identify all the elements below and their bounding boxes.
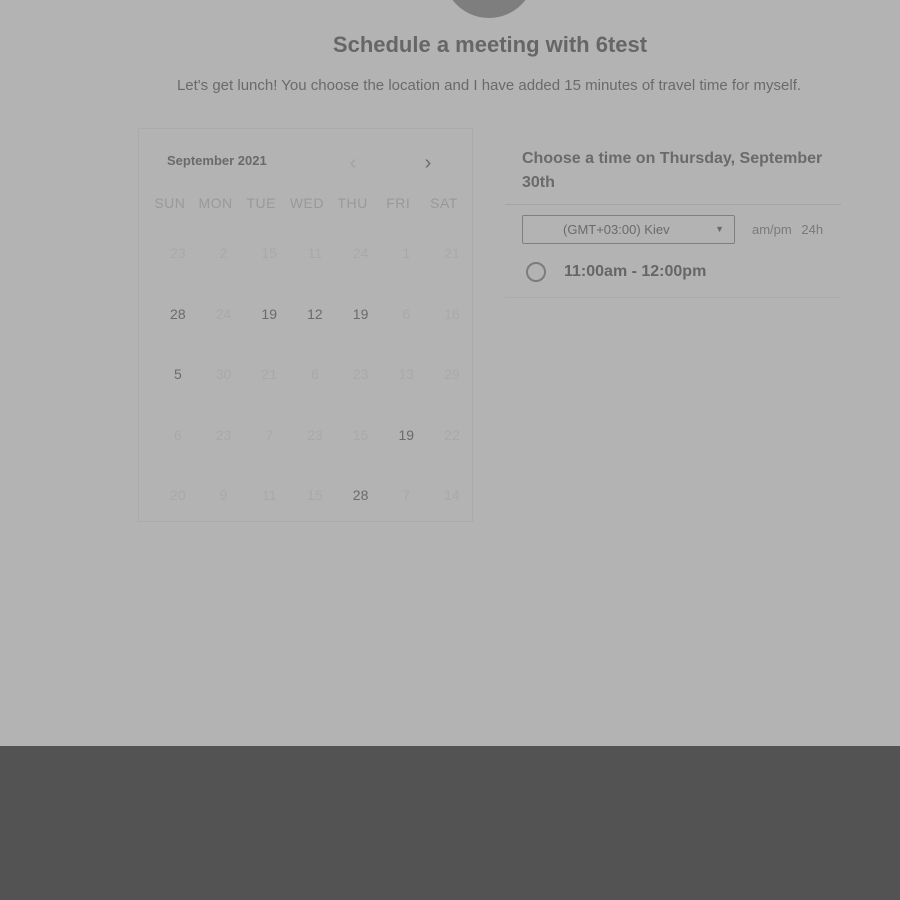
calendar-day: 24 bbox=[215, 305, 232, 322]
meeting-description: Let's get lunch! You choose the location… bbox=[176, 77, 802, 94]
time-slot[interactable]: 11:00am - 12:00pm bbox=[526, 262, 826, 286]
calendar-day-available[interactable]: 5 bbox=[155, 366, 201, 382]
calendar-day: 24 bbox=[352, 245, 369, 262]
calendar-day: 13 bbox=[398, 366, 415, 383]
weekday-label: MON bbox=[198, 195, 233, 211]
calendar-day-available[interactable]: 19 bbox=[246, 306, 292, 322]
calendar-day-available[interactable]: 19 bbox=[383, 427, 429, 443]
footer bbox=[0, 746, 900, 900]
calendar-day: 6 bbox=[402, 305, 411, 322]
calendar-day: 15 bbox=[261, 245, 277, 262]
calendar-week-row: 5 30 21 6 23 13 29 bbox=[155, 344, 475, 405]
calendar-day: 7 bbox=[265, 426, 274, 443]
calendar-day: 16 bbox=[444, 305, 460, 322]
chevron-right-icon[interactable]: › bbox=[416, 151, 440, 175]
calendar-day: 20 bbox=[170, 487, 186, 504]
weekday-header: SUN MON TUE WED THU FRI SAT bbox=[147, 195, 467, 211]
timezone-select[interactable]: (GMT+03:00) Kiev ▼ bbox=[522, 215, 735, 244]
calendar-day-available[interactable]: 28 bbox=[155, 306, 201, 322]
chevron-left-icon[interactable]: ‹ bbox=[341, 151, 365, 175]
weekday-label: SUN bbox=[154, 195, 186, 211]
calendar-day-available[interactable]: 28 bbox=[338, 487, 384, 503]
days-grid: 23 2 15 11 24 1 21 28 24 19 12 19 6 16 5 30 21 6 23 13 29 6 23… bbox=[155, 223, 475, 526]
calendar-week-row: 20 9 11 15 28 7 14 bbox=[155, 465, 475, 526]
weekday-label: WED bbox=[289, 195, 324, 211]
calendar-day: 2 bbox=[219, 245, 228, 262]
calendar-day: 11 bbox=[261, 487, 277, 504]
calendar-day: 23 bbox=[170, 245, 186, 262]
calendar-day: 1 bbox=[402, 245, 411, 262]
calendar-day-available[interactable]: 19 bbox=[338, 306, 384, 322]
time-heading: Choose a time on Thursday, September 30t… bbox=[505, 133, 841, 205]
calendar-day: 29 bbox=[444, 366, 460, 383]
caret-down-icon: ▼ bbox=[715, 224, 724, 234]
page-title: Schedule a meeting with 6test bbox=[332, 32, 648, 57]
timezone-value: (GMT+03:00) Kiev bbox=[563, 222, 670, 237]
weekday-label: SAT bbox=[430, 195, 458, 211]
month-label: September 2021 bbox=[167, 153, 267, 168]
calendar-day: 21 bbox=[444, 245, 460, 262]
calendar-day: 6 bbox=[173, 426, 182, 443]
calendar-week-row: 6 23 7 23 15 19 22 bbox=[155, 405, 475, 466]
weekday-label: THU bbox=[337, 195, 368, 211]
divider bbox=[505, 297, 841, 298]
time-format-toggle: am/pm 24h bbox=[752, 222, 829, 237]
time-slot-label: 11:00am - 12:00pm bbox=[564, 263, 707, 280]
calendar-day: 23 bbox=[352, 366, 369, 383]
calendar-panel: September 2021 ‹ › SUN MON TUE WED THU F… bbox=[138, 128, 473, 522]
calendar-day: 22 bbox=[444, 426, 460, 443]
calendar-day: 7 bbox=[402, 487, 411, 504]
time-panel: Choose a time on Thursday, September 30t… bbox=[505, 128, 841, 298]
calendar-day: 30 bbox=[215, 366, 232, 383]
calendar-day: 15 bbox=[307, 487, 323, 504]
avatar bbox=[443, 0, 535, 18]
calendar-day: 21 bbox=[261, 366, 277, 383]
scheduling-page: Schedule a meeting with 6test Let's get … bbox=[0, 0, 900, 746]
calendar-day: 14 bbox=[444, 487, 460, 504]
calendar-day: 11 bbox=[307, 245, 323, 262]
calendar-day-available[interactable]: 12 bbox=[292, 306, 338, 322]
radio-icon[interactable] bbox=[526, 262, 546, 282]
calendar-week-row: 23 2 15 11 24 1 21 bbox=[155, 223, 475, 284]
weekday-label: TUE bbox=[246, 195, 276, 211]
format-ampm-option[interactable]: am/pm bbox=[752, 222, 792, 237]
calendar-week-row: 28 24 19 12 19 6 16 bbox=[155, 284, 475, 345]
weekday-label: FRI bbox=[386, 195, 411, 211]
calendar-day: 23 bbox=[215, 426, 232, 443]
calendar-day: 6 bbox=[311, 366, 319, 383]
format-24h-option[interactable]: 24h bbox=[801, 222, 823, 237]
calendar-day: 15 bbox=[352, 426, 369, 443]
calendar-day: 9 bbox=[219, 487, 228, 504]
calendar-day: 23 bbox=[307, 426, 323, 443]
